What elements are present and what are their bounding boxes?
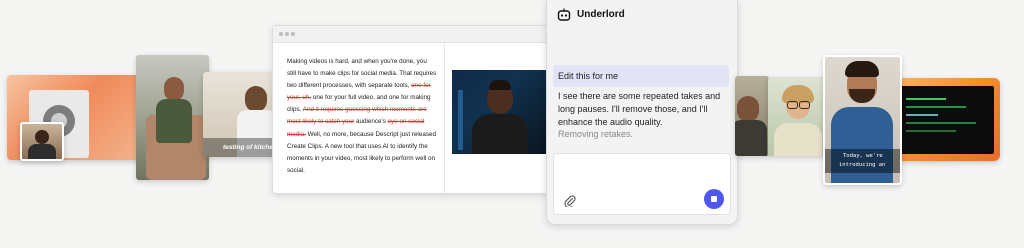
transcript-sentence: audience's bbox=[355, 118, 386, 126]
thumbnail-woman-glasses bbox=[768, 77, 828, 156]
user-message-text: Edit this for me bbox=[558, 71, 619, 81]
transcript-sentence: Well, no more, because Descript just rel… bbox=[287, 130, 436, 174]
thumbnail-woman-kitchen: testing of kitche bbox=[203, 72, 279, 157]
window-control-dot[interactable] bbox=[279, 32, 283, 36]
caption-kitchen: testing of kitche bbox=[223, 144, 273, 151]
assistant-chat-panel: Underlord Edit this for me I see there a… bbox=[546, 0, 738, 225]
thumbnail-man-talking: Today, we're introducing an bbox=[823, 55, 902, 185]
caption-line-2: introducing an bbox=[839, 162, 886, 168]
thumbnail-code-screen bbox=[894, 78, 1000, 161]
transcript-editor-window: Making videos is hard, and when you're d… bbox=[272, 25, 549, 194]
window-titlebar bbox=[273, 26, 548, 43]
window-control-dot[interactable] bbox=[291, 32, 295, 36]
transcript-text[interactable]: Making videos is hard, and when you're d… bbox=[287, 56, 437, 177]
message-composer[interactable] bbox=[553, 153, 731, 215]
video-preview[interactable] bbox=[452, 70, 546, 154]
status-text: Removing retakes. bbox=[558, 129, 634, 139]
user-message-bubble: Edit this for me bbox=[553, 65, 729, 87]
stop-icon bbox=[711, 196, 717, 202]
window-control-dot[interactable] bbox=[285, 32, 289, 36]
stop-button[interactable] bbox=[704, 189, 724, 209]
pane-divider bbox=[444, 43, 445, 193]
thumbnail-woman-left-partial bbox=[735, 76, 769, 156]
thumbnail-man-on-couch bbox=[136, 55, 209, 180]
assistant-title: Underlord bbox=[577, 9, 625, 20]
thumbnail-man-on-phone bbox=[20, 122, 64, 161]
paperclip-icon[interactable] bbox=[564, 194, 576, 209]
robot-icon bbox=[557, 8, 571, 21]
assistant-message: I see there are some repeated takes and … bbox=[558, 91, 721, 127]
caption-line-1: Today, we're bbox=[843, 153, 883, 159]
